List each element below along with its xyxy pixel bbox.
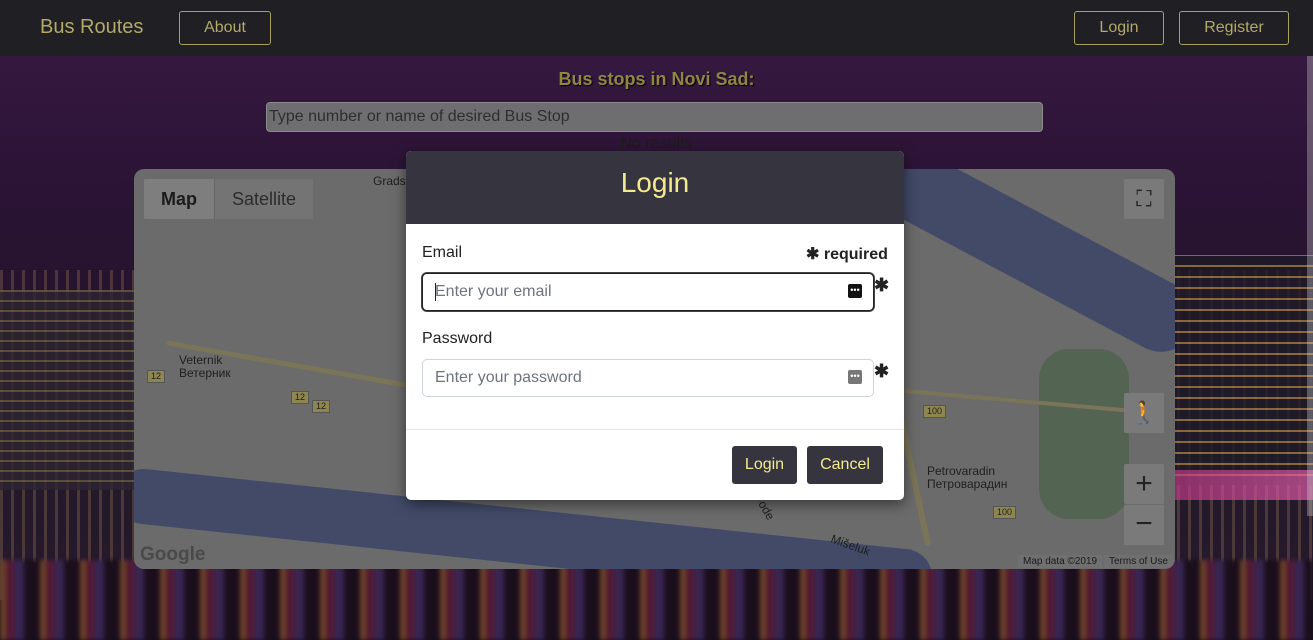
modal-header: Login (406, 151, 904, 224)
email-field[interactable]: Enter your email ••• (422, 273, 874, 311)
password-field[interactable]: Enter your password ••• (422, 359, 874, 397)
required-note: ✱ required (806, 246, 888, 263)
login-button[interactable]: Login (732, 446, 797, 484)
required-star-icon: ✱ (874, 275, 890, 295)
password-label: Password (422, 330, 493, 347)
modal-footer-divider (406, 429, 904, 430)
email-label: Email (422, 244, 463, 261)
password-manager-icon[interactable]: ••• (848, 284, 862, 298)
password-manager-icon[interactable]: ••• (848, 370, 862, 384)
email-placeholder: Enter your email (435, 283, 552, 300)
login-modal: Login Email ✱ required Enter your email … (406, 151, 904, 500)
modal-title: Login (620, 167, 690, 198)
password-placeholder: Enter your password (435, 369, 582, 386)
cancel-button[interactable]: Cancel (807, 446, 883, 484)
text-caret (435, 283, 436, 301)
required-star-icon: ✱ (874, 361, 890, 381)
